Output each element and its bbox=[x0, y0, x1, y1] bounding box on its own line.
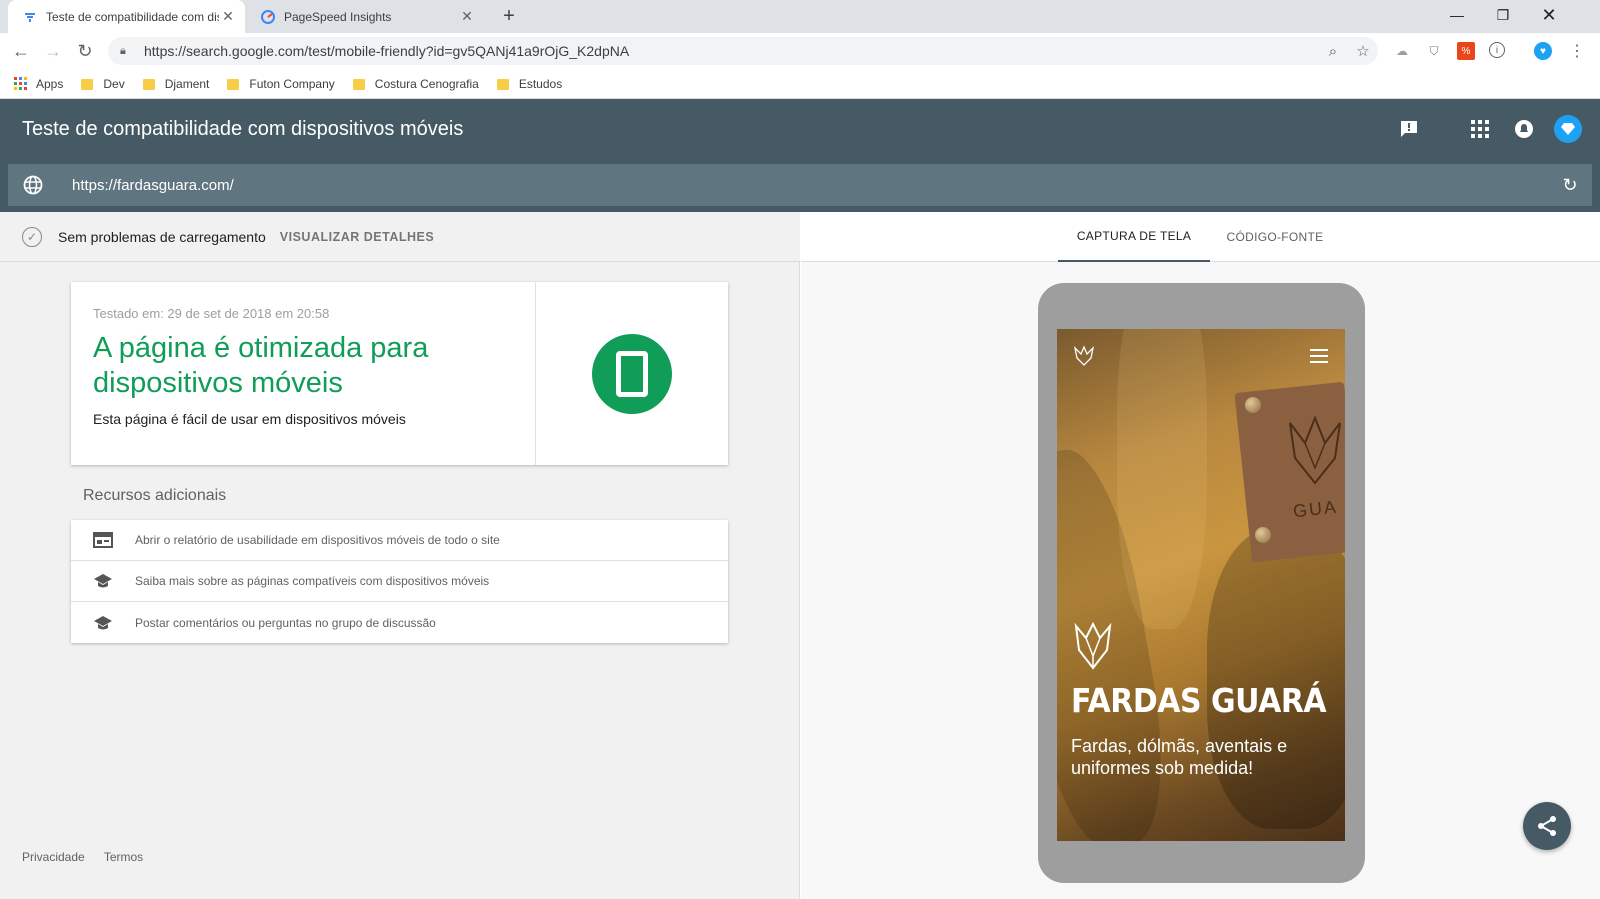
browser-tab-strip: Teste de compatibilidade com dispositivo… bbox=[0, 0, 1600, 33]
retest-refresh-icon[interactable]: ↻ bbox=[1548, 175, 1592, 196]
menu-dots-icon[interactable]: ⋮ bbox=[1568, 42, 1586, 60]
resource-label: Abrir o relatório de usabilidade em disp… bbox=[135, 533, 500, 547]
feedback-icon[interactable] bbox=[1397, 117, 1421, 141]
apps-grid-icon bbox=[14, 76, 28, 91]
tab-title: PageSpeed Insights bbox=[284, 9, 392, 24]
bookmark-star-icon[interactable]: ☆ bbox=[1348, 42, 1378, 60]
app-header: Teste de compatibilidade com dispositivo… bbox=[0, 99, 1600, 212]
globe-icon bbox=[8, 175, 58, 195]
close-tab-icon[interactable]: ✕ bbox=[219, 8, 237, 25]
bookmark-djament[interactable]: Djament bbox=[142, 77, 209, 91]
bookmark-dev[interactable]: Dev bbox=[81, 77, 125, 91]
footer-links: Privacidade Termos bbox=[22, 850, 159, 864]
phone-frame: GUA FARDAS GUARÁ Fardas, dólmãs, aventai… bbox=[1038, 283, 1365, 883]
url-input-bar: https://fardasguara.com/ ↻ bbox=[8, 164, 1592, 206]
address-bar[interactable]: 🔒︎ https://search.google.com/test/mobile… bbox=[108, 37, 1378, 65]
bookmark-apps[interactable]: Apps bbox=[14, 76, 63, 91]
url-input[interactable]: https://fardasguara.com/ bbox=[72, 177, 1548, 194]
folder-icon bbox=[352, 79, 365, 90]
check-circle-icon: ✓ bbox=[22, 226, 42, 247]
bookmark-costura-cenografia[interactable]: Costura Cenografia bbox=[352, 77, 479, 91]
cloud-extension-icon[interactable]: ☁ bbox=[1393, 42, 1411, 60]
privacy-link[interactable]: Privacidade bbox=[22, 850, 85, 864]
zoom-icon[interactable]: ⌕ bbox=[1318, 43, 1348, 60]
reload-icon[interactable]: ↻ bbox=[74, 40, 96, 62]
profile-extension-icon[interactable]: ♥ bbox=[1534, 42, 1552, 60]
site-tagline: Fardas, dólmãs, aventais e uniformes sob… bbox=[1071, 736, 1288, 778]
site-brand-name: FARDAS GUARÁ bbox=[1071, 682, 1327, 721]
load-status-text: Sem problemas de carregamento bbox=[58, 228, 266, 245]
tested-date: Testado em: 29 de set de 2018 em 20:58 bbox=[93, 306, 330, 321]
browser-tab-pagespeed[interactable]: PageSpeed Insights ✕ bbox=[254, 0, 484, 33]
new-tab-icon[interactable]: + bbox=[498, 5, 520, 28]
wolf-patch-logo-icon bbox=[1289, 415, 1341, 485]
apps-launcher-icon[interactable] bbox=[1468, 117, 1492, 141]
pagespeed-favicon-icon bbox=[260, 9, 276, 25]
wolf-logo-icon bbox=[1074, 622, 1112, 670]
folder-icon bbox=[227, 79, 240, 90]
terms-link[interactable]: Termos bbox=[104, 850, 143, 864]
forward-icon[interactable]: → bbox=[42, 40, 64, 62]
notifications-icon[interactable] bbox=[1512, 117, 1536, 141]
bookmark-futon-company[interactable]: Futon Company bbox=[227, 77, 335, 91]
percent-extension-icon[interactable]: % bbox=[1457, 42, 1475, 60]
tab-source-code[interactable]: CÓDIGO-FONTE bbox=[1210, 212, 1340, 262]
resource-item-learn-more[interactable]: Saiba mais sobre as páginas compatíveis … bbox=[71, 561, 728, 602]
resource-item-usability-report[interactable]: Abrir o relatório de usabilidade em disp… bbox=[71, 520, 728, 561]
restore-icon[interactable]: ❐ bbox=[1480, 0, 1526, 30]
preview-tabs: CAPTURA DE TELA CÓDIGO-FONTE bbox=[801, 212, 1600, 262]
mobile-friendly-icon bbox=[592, 333, 672, 414]
back-icon[interactable]: ← bbox=[10, 40, 32, 62]
resources-title: Recursos adicionais bbox=[83, 487, 227, 504]
address-url[interactable]: https://search.google.com/test/mobile-fr… bbox=[144, 43, 1318, 59]
minimize-icon[interactable]: — bbox=[1434, 0, 1480, 30]
lock-icon: 🔒︎ bbox=[120, 44, 126, 57]
view-details-link[interactable]: VISUALIZAR DETALHES bbox=[280, 230, 434, 244]
tab-screenshot[interactable]: CAPTURA DE TELA bbox=[1058, 212, 1210, 262]
result-card: Testado em: 29 de set de 2018 em 20:58 A… bbox=[71, 282, 728, 465]
bookmark-estudos[interactable]: Estudos bbox=[496, 77, 562, 91]
share-button[interactable] bbox=[1523, 802, 1571, 850]
folder-icon bbox=[81, 79, 94, 90]
school-icon bbox=[71, 615, 135, 631]
tab-title: Teste de compatibilidade com dispositivo… bbox=[46, 9, 219, 24]
resource-label: Saiba mais sobre as páginas compatíveis … bbox=[135, 574, 490, 588]
results-panel: ✓ Sem problemas de carregamento VISUALIZ… bbox=[0, 212, 800, 899]
shield-extension-icon[interactable]: ⛉ bbox=[1425, 42, 1443, 60]
close-window-icon[interactable]: ✕ bbox=[1526, 0, 1572, 30]
folder-icon bbox=[142, 79, 155, 90]
share-icon bbox=[1538, 816, 1556, 836]
page-screenshot: GUA FARDAS GUARÁ Fardas, dólmãs, aventai… bbox=[1057, 329, 1345, 841]
info-extension-icon[interactable]: i bbox=[1489, 42, 1505, 58]
close-tab-icon[interactable]: ✕ bbox=[458, 8, 476, 25]
resource-label: Postar comentários ou perguntas no grupo… bbox=[135, 615, 436, 630]
site-logo-icon bbox=[1073, 345, 1095, 366]
account-avatar[interactable] bbox=[1554, 115, 1582, 143]
hamburger-menu-icon bbox=[1310, 349, 1328, 367]
report-icon bbox=[71, 532, 135, 548]
preview-panel: CAPTURA DE TELA CÓDIGO-FONTE GUA FARDAS … bbox=[801, 212, 1600, 899]
result-headline: A página é otimizada para dispositivos m… bbox=[93, 332, 429, 399]
resources-list: Abrir o relatório de usabilidade em disp… bbox=[71, 520, 728, 643]
bookmarks-bar: Apps Dev Djament Futon Company Costura C… bbox=[0, 69, 1600, 99]
folder-icon bbox=[496, 79, 509, 90]
resource-item-discussion-group[interactable]: Postar comentários ou perguntas no grupo… bbox=[71, 602, 728, 643]
browser-tab-active[interactable]: Teste de compatibilidade com dispositivo… bbox=[8, 0, 245, 33]
search-console-favicon-icon bbox=[22, 9, 38, 25]
school-icon bbox=[71, 573, 135, 589]
page-title: Teste de compatibilidade com dispositivo… bbox=[22, 118, 464, 140]
result-subtitle: Esta página é fácil de usar em dispositi… bbox=[93, 411, 406, 427]
browser-toolbar: ← → ↻ 🔒︎ https://search.google.com/test/… bbox=[0, 33, 1600, 69]
load-status-bar: ✓ Sem problemas de carregamento VISUALIZ… bbox=[0, 212, 800, 262]
